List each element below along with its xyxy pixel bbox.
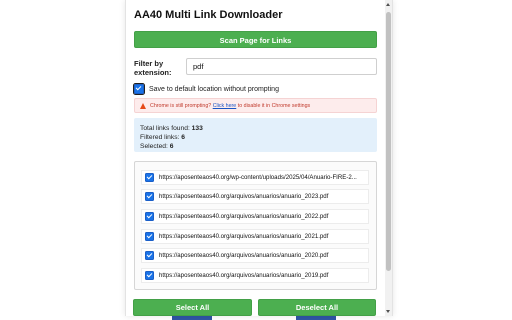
link-checkbox[interactable] (145, 173, 154, 182)
filtered-links-value: 6 (181, 134, 185, 141)
popup-scrollbar[interactable] (385, 0, 392, 316)
link-url: https://aposenteaos40.org/arquivos/anuar… (159, 233, 329, 240)
page-background: AA40 Multi Link Downloader Scan Page for… (0, 0, 512, 320)
link-row[interactable]: https://aposenteaos40.org/arquivos/anuar… (141, 268, 369, 283)
filtered-links-stat: Filtered links: 6 (140, 133, 371, 142)
filter-label: Filter by extension: (134, 59, 172, 77)
deselect-all-button[interactable]: Deselect All (258, 299, 376, 316)
link-url: https://aposenteaos40.org/arquivos/anuar… (159, 272, 329, 279)
app-title: AA40 Multi Link Downloader (134, 9, 283, 21)
scroll-down-icon[interactable] (386, 310, 390, 313)
chrome-prompt-warning: Chrome is still prompting? Click here to… (134, 98, 377, 113)
link-row[interactable]: https://aposenteaos40.org/arquivos/anuar… (141, 189, 369, 204)
link-url: https://aposenteaos40.org/arquivos/anuar… (159, 213, 329, 220)
link-url: https://aposenteaos40.org/arquivos/anuar… (159, 252, 329, 259)
filtered-links-label: Filtered links: (140, 134, 180, 141)
link-checkbox[interactable] (145, 192, 154, 201)
link-stats-panel: Total links found: 133 Filtered links: 6… (134, 118, 377, 152)
total-links-label: Total links found: (140, 125, 190, 132)
total-links-stat: Total links found: 133 (140, 124, 371, 133)
disable-prompt-link[interactable]: Click here (213, 103, 237, 109)
save-default-option[interactable]: Save to default location without prompti… (132, 82, 279, 96)
warning-text: Chrome is still prompting? Click here to… (150, 103, 310, 109)
link-url: https://aposenteaos40.org/arquivos/anuar… (159, 193, 329, 200)
warning-prefix: Chrome is still prompting? (150, 102, 213, 109)
total-links-value: 133 (191, 125, 203, 132)
save-default-checkbox[interactable] (132, 82, 146, 96)
link-row[interactable]: https://aposenteaos40.org/wp-content/upl… (141, 170, 369, 185)
scan-page-button[interactable]: Scan Page for Links (134, 31, 377, 48)
warning-icon (140, 102, 146, 109)
link-row[interactable]: https://aposenteaos40.org/arquivos/anuar… (141, 229, 369, 244)
link-checkbox[interactable] (145, 212, 154, 221)
extension-popup: AA40 Multi Link Downloader Scan Page for… (125, 0, 393, 316)
link-checkbox[interactable] (145, 271, 154, 280)
scroll-up-icon[interactable] (386, 3, 390, 6)
links-list: https://aposenteaos40.org/wp-content/upl… (134, 161, 377, 290)
filter-extension-input[interactable] (186, 58, 377, 75)
select-all-button[interactable]: Select All (133, 299, 252, 316)
scrollbar-thumb[interactable] (386, 12, 391, 271)
link-row[interactable]: https://aposenteaos40.org/arquivos/anuar… (141, 209, 369, 224)
save-default-label: Save to default location without prompti… (149, 85, 279, 93)
warning-suffix: to disable it in Chrome settings (236, 102, 311, 109)
link-row[interactable]: https://aposenteaos40.org/arquivos/anuar… (141, 248, 369, 263)
selected-links-stat: Selected: 6 (140, 142, 371, 151)
selected-links-value: 6 (169, 143, 174, 150)
link-checkbox[interactable] (145, 232, 154, 241)
selected-links-label: Selected: (140, 143, 168, 150)
link-checkbox[interactable] (145, 251, 154, 260)
link-url: https://aposenteaos40.org/wp-content/upl… (159, 174, 357, 181)
